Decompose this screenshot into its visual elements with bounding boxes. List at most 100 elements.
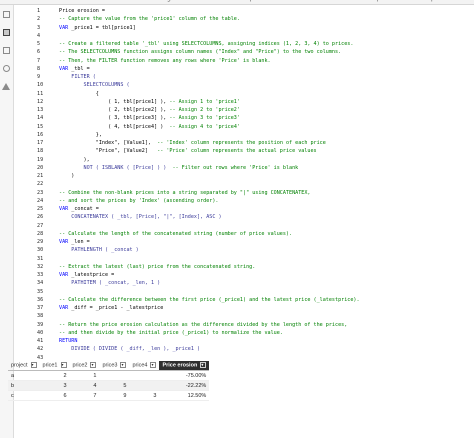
model-view-icon[interactable]	[3, 47, 10, 54]
dax-query-view-icon[interactable]	[3, 65, 10, 72]
column-header-label: price1	[42, 362, 58, 369]
table-cell: 3	[129, 390, 160, 401]
code-line: VAR _concat =	[59, 205, 99, 213]
code-line: NOT ( ISBLANK ( [Price] ) ) -- Filter ou…	[59, 164, 299, 172]
column-header-price-erosion[interactable]: Price erosion ▾	[159, 361, 210, 371]
filter-dropdown-icon[interactable]: ▾	[90, 362, 97, 369]
ribbon-tab-calculations[interactable]: Calculations	[440, 0, 474, 2]
table-row[interactable]: a 2 1 -75.00%	[8, 370, 210, 381]
table-cell	[99, 370, 130, 381]
dax-formula-editor[interactable]: Price erosion = -- Capture the value from…	[37, 5, 474, 360]
filter-dropdown-icon[interactable]: ▾	[200, 362, 207, 369]
code-keyword: VAR	[59, 24, 69, 31]
filter-dropdown-icon[interactable]: ▾	[60, 362, 67, 369]
code-comment: -- Calculate the length of the concatena…	[59, 230, 293, 237]
code-keyword: VAR	[59, 65, 69, 72]
code-line: },	[59, 131, 102, 139]
code-text: _concat =	[68, 206, 99, 212]
ribbon-tab-relationships[interactable]: Relationships	[398, 0, 438, 2]
code-text: "Index", [Value1],	[59, 140, 152, 146]
column-header-price3[interactable]: price3 ▾	[99, 361, 130, 371]
code-line: ( 4, tbl[price4] ) -- Assign 4 to 'price…	[59, 123, 240, 131]
report-view-icon[interactable]	[3, 11, 10, 18]
code-comment: -- Assign 4 to 'price4'	[163, 123, 240, 130]
code-comment: -- and then divide by the initial price …	[59, 329, 283, 336]
column-header-price4[interactable]: price4 ▾	[129, 361, 160, 371]
table-cell: 9	[99, 390, 130, 401]
code-comment: -- Filter out rows where 'Price' is blan…	[166, 164, 299, 171]
code-line: -- Combine the non-blank prices into a s…	[59, 189, 310, 197]
table-cell: -75.00%	[159, 370, 210, 381]
code-line: ),	[59, 156, 90, 164]
column-header-label: project	[11, 362, 28, 369]
code-comment: -- Return the price erosion calculation …	[59, 321, 348, 328]
tmdl-view-icon[interactable]	[2, 83, 10, 90]
code-text: _diff = _price1 - _latestprice	[68, 305, 164, 311]
table-cell: 5	[99, 380, 130, 391]
code-comment: -- Assign 2 to 'price2'	[166, 107, 240, 113]
code-line: -- Return the price erosion calculation …	[59, 321, 347, 329]
table-cell	[129, 370, 160, 381]
table-cell: 2	[39, 370, 70, 381]
code-line: "Price", [Value2] -- 'Price' column repr…	[59, 147, 317, 155]
code-line: -- The SELECTCOLUMNS function assigns co…	[59, 48, 341, 56]
table-cell: 1	[69, 370, 100, 381]
column-header-label: price4	[132, 362, 148, 369]
code-comment: -- 'Price' column represents the actual …	[147, 148, 317, 155]
code-line: VAR _tbl =	[59, 65, 90, 73]
code-line: DIVIDE ( DIVIDE ( _diff, _len ), _price1…	[59, 345, 200, 353]
ribbon-tab-groups[interactable]: Groups	[362, 0, 383, 2]
code-line: {	[59, 90, 99, 98]
filter-dropdown-icon[interactable]: ▾	[120, 362, 127, 369]
code-comment: -- Extract the latest (last) price from …	[59, 263, 256, 270]
code-comment: -- Assign 1 to 'price1'	[166, 98, 240, 105]
code-line: VAR _price1 = tbl[price1]	[59, 24, 136, 32]
code-line: -- Create a filtered table '_tbl' using …	[59, 40, 353, 48]
code-text: _len =	[68, 239, 90, 245]
code-comment: -- Assign 3 to 'price3'	[166, 115, 240, 122]
column-header-project[interactable]: project ▾	[8, 361, 40, 371]
code-line: -- Then, the FILTER function removes any…	[59, 57, 271, 65]
code-line: ( 3, tbl[price3] ), -- Assign 3 to 'pric…	[59, 114, 240, 122]
table-cell: c	[8, 390, 40, 401]
column-header-price2[interactable]: price2 ▾	[69, 361, 100, 371]
code-line: -- Calculate the difference between the …	[59, 296, 360, 304]
table-row[interactable]: b 3 4 5 -22.22%	[8, 380, 210, 391]
filter-dropdown-icon[interactable]: ▾	[30, 362, 37, 369]
table-cell: 4	[69, 380, 100, 391]
code-comment: -- Calculate the difference between the …	[59, 296, 360, 303]
code-text: ( 3, tbl[price3] ),	[59, 115, 167, 122]
filter-dropdown-icon[interactable]: ▾	[150, 362, 157, 369]
table-cell: 3	[39, 380, 70, 391]
code-comment: -- 'Index' column represents the positio…	[151, 140, 326, 146]
code-line: FILTER (	[59, 73, 96, 81]
code-text: PATHLENGTH ( _concat )	[59, 247, 139, 254]
column-header-price1[interactable]: price1 ▾	[39, 361, 70, 371]
code-line: Price erosion =	[59, 7, 105, 15]
table-row[interactable]: c 6 7 9 3 12.50%	[8, 390, 210, 401]
ribbon-tab-properties[interactable]: Properties	[240, 0, 270, 2]
code-keyword: RETURN	[59, 338, 78, 344]
code-text: ( 4, tbl[price4] )	[59, 123, 164, 130]
column-header-label: price3	[102, 362, 118, 369]
ribbon-tab-structure[interactable]: Structure	[40, 0, 68, 2]
table-view-icon[interactable]	[3, 29, 10, 36]
code-line: -- and sort the prices by 'Index' (ascen…	[59, 197, 218, 205]
code-text: )	[59, 173, 75, 179]
table-cell: -22.22%	[159, 380, 210, 391]
code-comment: -- The SELECTCOLUMNS function assigns co…	[59, 49, 342, 56]
code-line: PATHITEM ( _concat, _len, 1 )	[59, 279, 160, 287]
code-line: VAR _len =	[59, 238, 90, 246]
table-cell: 12.50%	[159, 390, 210, 401]
ribbon-tab-sort[interactable]: Sort	[322, 0, 334, 2]
table-cell	[129, 380, 160, 391]
column-header-label: Price erosion	[162, 362, 198, 369]
code-text: ( 1, tbl[price1] ),	[59, 98, 167, 105]
code-comment: -- Combine the non-blank prices into a s…	[59, 189, 311, 196]
table-cell: 7	[69, 390, 100, 401]
code-keyword: VAR	[59, 272, 69, 278]
ribbon-tab-formatting[interactable]: Formatting	[138, 0, 171, 2]
code-line: ( 2, tbl[price2] ), -- Assign 2 to 'pric…	[59, 106, 240, 114]
code-line: RETURN	[59, 337, 77, 345]
code-line: "Index", [Value1], -- 'Index' column rep…	[59, 139, 326, 147]
